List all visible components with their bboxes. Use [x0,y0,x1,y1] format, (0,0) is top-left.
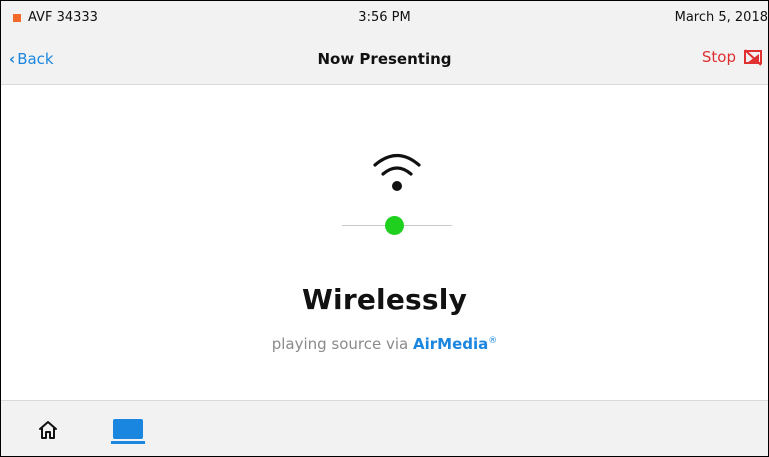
status-date: March 5, 2018 [674,10,768,25]
home-icon[interactable] [37,419,59,441]
stop-presenting-icon [744,49,762,66]
laptop-base [111,441,145,444]
status-time: 3:56 PM [358,10,411,25]
stop-label: Stop [701,48,736,66]
registered-mark: ® [488,336,498,346]
nav-bar: ‹ Back Now Presenting Stop [1,45,768,75]
presentation-heading: Wirelessly [301,283,468,316]
presentation-panel: Wirelessly playing source via AirMedia® [1,85,768,400]
footer-bar [1,400,768,456]
header: AVF 34333 3:56 PM March 5, 2018 ‹ Back N… [1,1,768,85]
presentation-subtext: playing source via AirMedia® [1,335,768,353]
status-bar: AVF 34333 3:56 PM March 5, 2018 [1,1,768,35]
laptop-icon [113,419,143,439]
stop-button[interactable]: Stop [702,48,762,66]
brand-name: AirMedia [413,335,489,353]
subtext-label: playing source via [271,335,409,353]
laptop-source-button[interactable] [103,415,149,451]
page-title: Now Presenting [317,50,452,68]
wifi-icon [373,153,421,191]
touch-panel: AVF 34333 3:56 PM March 5, 2018 ‹ Back N… [0,0,769,457]
connection-status-dot [385,216,404,235]
